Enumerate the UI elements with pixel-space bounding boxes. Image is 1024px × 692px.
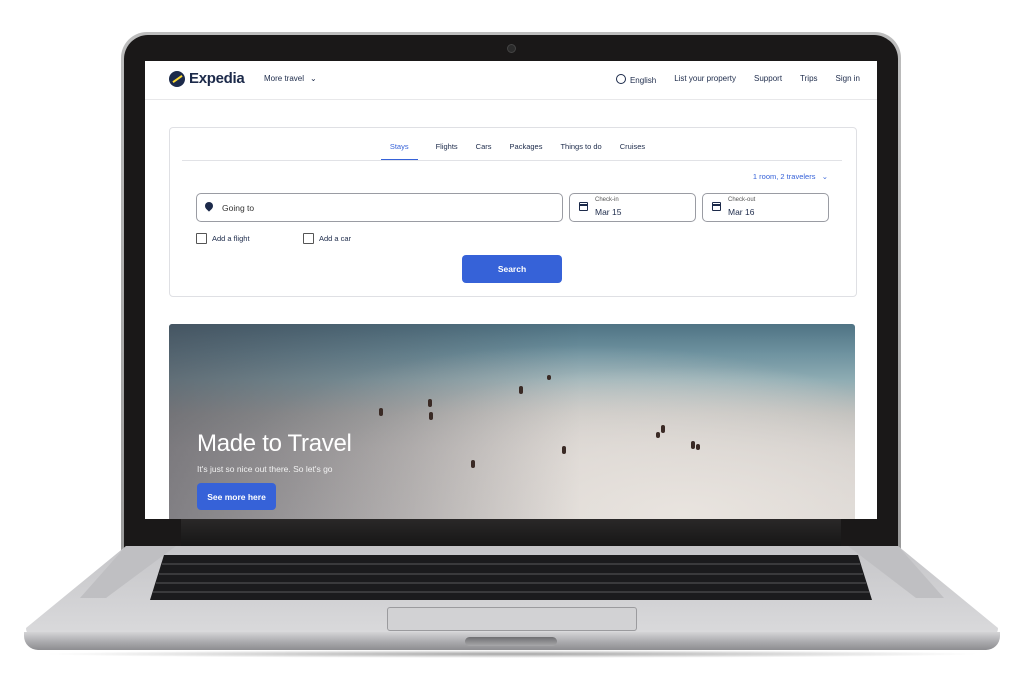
swimmer-figure — [428, 399, 432, 407]
lid-opening-notch — [465, 637, 557, 646]
hero-banner: Made to Travel It's just so nice out the… — [169, 324, 855, 519]
plane-logo-icon — [169, 70, 185, 87]
sign-in-link[interactable]: Sign in — [836, 74, 860, 85]
language-label: English — [629, 76, 657, 85]
check-in-label: Check-in — [595, 197, 619, 203]
keyboard — [150, 555, 872, 600]
list-property-link[interactable]: List your property — [674, 74, 736, 85]
swimmer-figure — [429, 412, 433, 420]
calendar-icon — [712, 202, 721, 211]
keyboard-well — [150, 555, 872, 600]
search-button[interactable]: Search — [462, 255, 562, 283]
swimmer-figure — [656, 432, 660, 438]
more-travel-menu[interactable]: More travel ⌄ — [264, 74, 317, 83]
laptop-shadow — [40, 650, 984, 658]
add-flight-checkbox[interactable]: Add a flight — [196, 233, 250, 244]
webcam-icon — [507, 44, 516, 53]
add-car-checkbox[interactable]: Add a car — [303, 233, 351, 244]
check-out-label: Check-out — [728, 197, 756, 203]
add-flight-label: Add a flight — [212, 234, 250, 243]
calendar-icon — [579, 202, 588, 211]
tab-packages[interactable]: Packages — [510, 142, 543, 161]
search-card: Stays Flights Cars Packages Things to do… — [169, 127, 857, 297]
swimmer-figure — [471, 460, 475, 468]
hero-subtitle: It's just so nice out there. So let's go — [197, 464, 333, 474]
swimmer-figure — [696, 444, 700, 450]
expedia-logo[interactable]: Expedia — [169, 70, 245, 87]
see-more-button[interactable]: See more here — [197, 483, 276, 510]
tabs-divider — [182, 160, 842, 161]
browser-screen: Expedia More travel ⌄ English List your … — [145, 61, 877, 519]
support-link[interactable]: Support — [754, 74, 782, 85]
laptop-hinge — [181, 519, 841, 549]
tab-cars[interactable]: Cars — [476, 142, 492, 161]
tab-cruises[interactable]: Cruises — [620, 142, 645, 161]
swimmer-figure — [691, 441, 695, 449]
brand-name: Expedia — [189, 70, 245, 87]
swimmer-figure — [661, 425, 665, 433]
more-travel-label: More travel — [264, 74, 305, 83]
destination-placeholder: Going to — [222, 203, 255, 213]
swimmer-figure — [562, 446, 566, 454]
header-nav: English List your property Support Trips… — [615, 74, 860, 85]
swimmer-figure — [547, 375, 551, 380]
check-in-value: Mar 15 — [595, 207, 622, 217]
travelers-label: 1 room, 2 travelers — [752, 172, 816, 181]
location-pin-icon — [203, 200, 215, 212]
add-car-label: Add a car — [319, 234, 352, 243]
chevron-down-icon: ⌄ — [310, 74, 317, 83]
site-header: Expedia More travel ⌄ English List your … — [145, 61, 877, 100]
swimmer-figure — [519, 386, 523, 394]
trackpad — [387, 607, 637, 631]
globe-icon — [615, 74, 626, 84]
check-out-field[interactable]: Check-out Mar 16 — [702, 193, 829, 222]
trips-link[interactable]: Trips — [800, 74, 817, 85]
checkbox-icon[interactable] — [303, 233, 314, 244]
tab-stays[interactable]: Stays — [380, 142, 418, 161]
language-selector[interactable]: English — [615, 74, 657, 85]
tab-things-to-do[interactable]: Things to do — [560, 142, 601, 161]
check-in-field[interactable]: Check-in Mar 15 — [569, 193, 696, 222]
check-out-value: Mar 16 — [728, 207, 755, 217]
tab-flights[interactable]: Flights — [436, 142, 458, 161]
chevron-down-icon: ⌄ — [817, 172, 828, 181]
search-tabs: Stays Flights Cars Packages Things to do… — [170, 142, 856, 161]
checkbox-icon[interactable] — [196, 233, 207, 244]
travelers-selector[interactable]: 1 room, 2 travelers ⌄ — [753, 172, 828, 181]
destination-input[interactable]: Going to — [196, 193, 563, 222]
hero-title: Made to Travel — [197, 430, 352, 457]
swimmer-figure — [379, 408, 383, 416]
